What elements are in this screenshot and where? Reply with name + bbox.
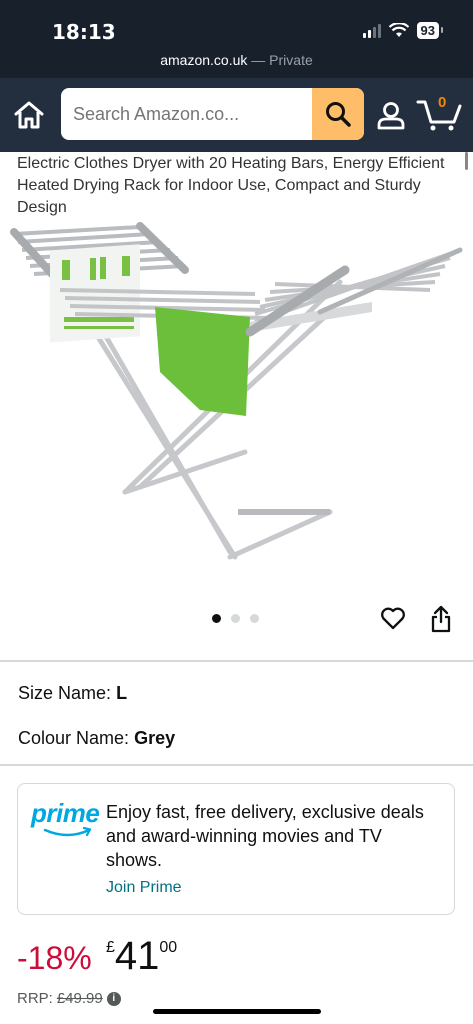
price-fraction: 00 bbox=[159, 939, 178, 956]
colour-selector[interactable]: Colour Name: Grey bbox=[18, 728, 175, 749]
product-image[interactable] bbox=[0, 222, 473, 572]
prime-logo: prime bbox=[31, 798, 100, 838]
status-icons: 93 bbox=[362, 22, 444, 39]
size-selector[interactable]: Size Name: L bbox=[18, 683, 127, 704]
pagination-dot[interactable] bbox=[231, 614, 240, 623]
rrp-label: RRP: bbox=[17, 990, 53, 1007]
colour-value: Grey bbox=[134, 728, 176, 748]
url-text: amazon.co.uk bbox=[160, 52, 248, 68]
discount-percentage: -18% bbox=[17, 940, 92, 976]
share-icon[interactable] bbox=[430, 605, 452, 633]
product-title[interactable]: Electric Clothes Dryer with 20 Heating B… bbox=[17, 153, 447, 219]
prime-logo-text: prime bbox=[31, 798, 100, 828]
amazon-header: 0 bbox=[0, 78, 473, 152]
status-bar: 18:13 93 amazon.co.uk — Private bbox=[0, 0, 473, 78]
private-label: — Private bbox=[247, 52, 313, 68]
prime-message: Enjoy fast, free delivery, exclusive dea… bbox=[106, 802, 424, 870]
size-value: L bbox=[116, 683, 128, 703]
heart-icon[interactable] bbox=[380, 606, 406, 630]
wifi-icon bbox=[388, 23, 409, 37]
battery-icon: 93 bbox=[416, 22, 444, 39]
section-divider bbox=[0, 660, 473, 662]
colour-label: Colour Name: bbox=[18, 728, 130, 748]
price-currency: £ bbox=[106, 939, 115, 956]
price-whole: 41 bbox=[114, 934, 160, 978]
home-icon[interactable] bbox=[13, 100, 45, 130]
image-pagination[interactable] bbox=[212, 614, 259, 623]
url-bar[interactable]: amazon.co.uk — Private bbox=[0, 52, 473, 68]
info-icon[interactable]: i bbox=[106, 991, 121, 1006]
prime-smile-icon bbox=[43, 827, 92, 837]
section-divider bbox=[0, 764, 473, 766]
cart-count: 0 bbox=[438, 94, 447, 111]
rrp-price: RRP: £49.99 i bbox=[17, 990, 121, 1007]
scrollbar[interactable] bbox=[465, 152, 468, 170]
join-prime-link[interactable]: Join Prime bbox=[106, 879, 182, 897]
account-icon[interactable] bbox=[376, 100, 406, 130]
pagination-dot[interactable] bbox=[250, 614, 259, 623]
search-button[interactable] bbox=[312, 88, 364, 140]
size-label: Size Name: bbox=[18, 683, 112, 703]
search-input[interactable] bbox=[61, 88, 311, 140]
search-box[interactable] bbox=[61, 88, 364, 140]
pagination-dot[interactable] bbox=[212, 614, 221, 623]
search-icon bbox=[326, 102, 351, 127]
cart-button[interactable]: 0 bbox=[416, 94, 462, 132]
prime-promo-card[interactable]: prime Enjoy fast, free delivery, exclusi… bbox=[17, 783, 455, 915]
home-indicator[interactable] bbox=[153, 1009, 321, 1014]
rrp-value: £49.99 bbox=[56, 990, 103, 1007]
cellular-signal-icon bbox=[362, 23, 381, 38]
status-time: 18:13 bbox=[52, 20, 116, 44]
price: £ 41 00 bbox=[106, 934, 177, 978]
